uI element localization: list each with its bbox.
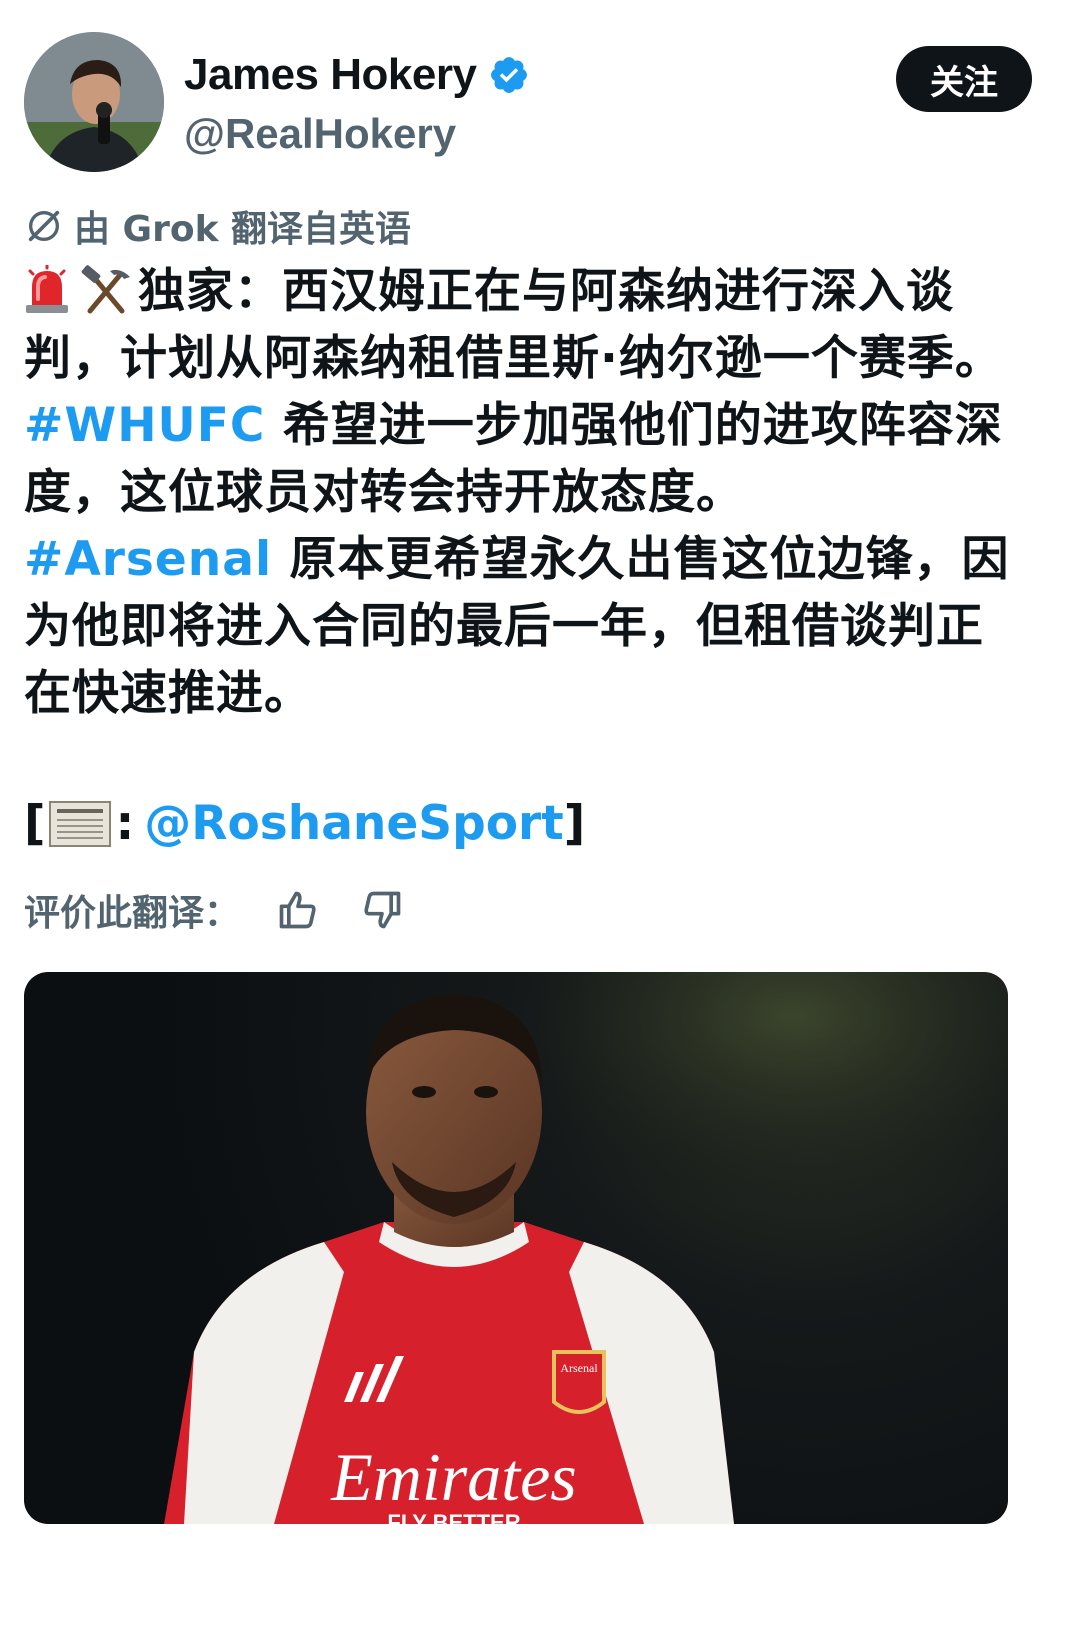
hammer-and-pick-emoji-icon [81, 265, 130, 314]
newspaper-emoji-icon [49, 800, 112, 847]
verified-badge-icon [491, 57, 528, 93]
author-name-row: James Hokery [184, 50, 530, 100]
tweet-segment-1: 独家：西汉姆正在与阿森纳进行深入谈判，计划从阿森纳租借里斯·纳尔逊一个赛季。 [24, 264, 1003, 386]
tweet-header: James Hokery @RealHokery 关注 [24, 32, 1056, 172]
author-handle[interactable]: @RealHokery [184, 110, 456, 158]
thumbs-down-icon[interactable] [360, 888, 404, 932]
rate-translation-label: 评价此翻译： [24, 893, 241, 934]
jersey-sponsor-text: Emirates [330, 1439, 577, 1515]
author-avatar[interactable] [24, 32, 164, 172]
translation-note-text: 由 Grok 翻译自英语 [74, 209, 412, 250]
hashtag-whufc[interactable]: #WHUFC [24, 398, 265, 453]
source-colon: : [115, 796, 135, 851]
source-credit: [ : @RoshaneSport ] [24, 796, 585, 851]
siren-emoji-icon [26, 265, 68, 313]
author-display-name[interactable]: James Hokery [184, 50, 477, 100]
tweet-media-photo[interactable]: Arsenal Emirates FLY BETTER [24, 972, 1008, 1524]
follow-button[interactable]: 关注 [896, 46, 1032, 112]
rate-translation: 评价此翻译： [24, 884, 404, 936]
mention-roshanesport[interactable]: @RoshaneSport [144, 796, 563, 851]
jersey-sponsor-subtext: FLY BETTER [387, 1510, 520, 1524]
source-close-bracket: ] [563, 796, 586, 851]
thumbs-up-icon[interactable] [276, 888, 320, 932]
hashtag-arsenal[interactable]: #Arsenal [24, 532, 272, 587]
tweet-text: 独家：西汉姆正在与阿森纳进行深入谈判，计划从阿森纳租借里斯·纳尔逊一个赛季。 #W… [24, 258, 1024, 727]
translate-icon [28, 210, 60, 242]
translation-note[interactable]: 由 Grok 翻译自英语 [24, 200, 411, 252]
source-open-bracket: [ [24, 796, 46, 851]
badge-text: Arsenal [560, 1361, 598, 1375]
